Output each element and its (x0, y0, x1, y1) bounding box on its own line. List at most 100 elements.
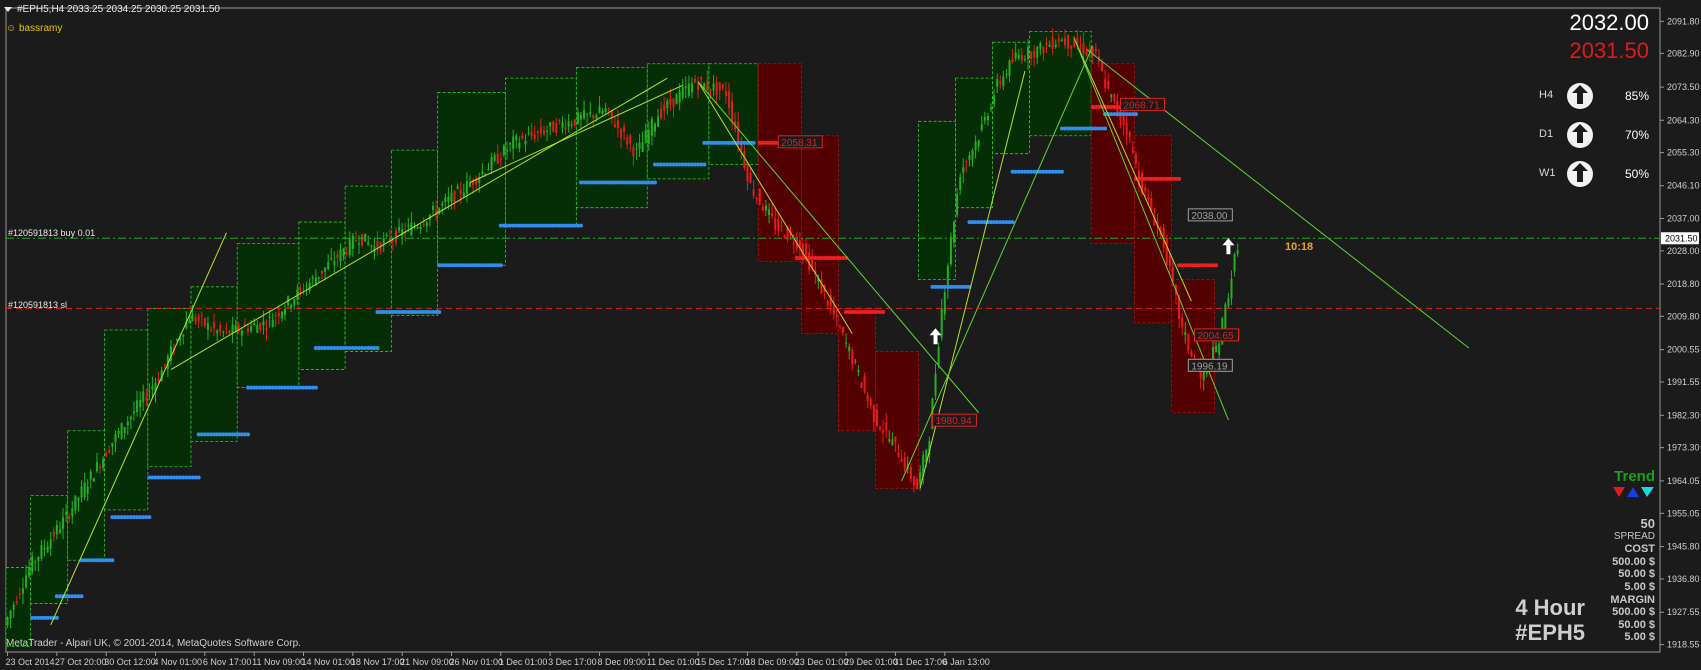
watermark-symbol: #EPH5 (1515, 620, 1585, 645)
candle-body (280, 312, 283, 319)
candle-body (293, 299, 296, 306)
margin-value-2: 50.00 $ (1618, 618, 1655, 631)
candle-body (660, 108, 663, 118)
candle-body (493, 154, 496, 161)
candle-body (527, 133, 530, 135)
candle-body (256, 325, 259, 333)
candle-body (986, 115, 989, 121)
candle-body (755, 197, 758, 199)
candle-body (102, 458, 105, 468)
candle-body (358, 243, 361, 245)
candle-body (937, 347, 940, 366)
support-dot (1103, 126, 1108, 131)
trading-chart[interactable]: 2058.31 1980.94 2068.71 2004.65 2038.00 1996.… (0, 0, 1701, 670)
x-tick-label: 23 Dec 01:00 (795, 657, 849, 667)
support-dot (79, 594, 84, 599)
y-tick-label: 2009.80 (1667, 311, 1700, 321)
candle-body (231, 324, 234, 334)
timeframe-percent: 85% (1624, 89, 1649, 103)
candle-body (570, 124, 573, 126)
cost-label: COST (1624, 543, 1655, 556)
candle-body (240, 330, 243, 336)
candle-body (58, 529, 61, 534)
candle-body (1113, 93, 1116, 101)
timeframe-percent: 50% (1624, 167, 1649, 181)
candle-body (700, 76, 703, 80)
candle-body (727, 90, 730, 109)
candle-body (136, 400, 139, 412)
resistance-dot (881, 310, 886, 315)
candle-body (43, 547, 46, 550)
candle-body (339, 249, 342, 262)
chevron-down-icon[interactable] (4, 6, 12, 12)
support-dot (246, 432, 251, 437)
candle-body (1134, 153, 1137, 164)
candle-body (542, 130, 545, 135)
timeframe-label: H4 (1539, 89, 1554, 101)
candle-body (117, 430, 120, 435)
candle-body (1233, 254, 1236, 272)
candle-body (1054, 44, 1057, 48)
candle-body (669, 98, 672, 105)
candle-body (108, 449, 111, 453)
candle-body (623, 126, 626, 132)
candle-body (1107, 81, 1110, 89)
candle-body (956, 194, 959, 215)
x-tick-label: 26 Nov 01:00 (449, 657, 503, 667)
candle-body (1060, 40, 1063, 42)
candle-body (980, 124, 983, 130)
candle-body (1057, 38, 1060, 42)
channel-zone (344, 185, 392, 352)
up-arrow-icon (1567, 83, 1593, 109)
candle-body (1218, 343, 1221, 355)
candle-body (1110, 94, 1113, 98)
candle-body (863, 376, 866, 392)
indicator-name: ☺ bassramy (6, 23, 63, 34)
candle-body (1230, 278, 1233, 299)
candle-body (533, 134, 536, 140)
candle-body (1051, 36, 1054, 49)
candle-body (515, 135, 518, 141)
candle-body (21, 588, 24, 594)
candle-body (653, 123, 656, 132)
candle-body (715, 81, 718, 95)
bearish-zone (801, 135, 839, 334)
candle-body (613, 124, 616, 127)
candle-body (259, 323, 262, 331)
candle-body (1215, 345, 1218, 352)
x-tick-label: 3 Dec 17:00 (548, 657, 597, 667)
price-label-text: 2058.31 (781, 138, 818, 149)
candle-body (342, 248, 345, 256)
candle-body (25, 575, 28, 588)
candle-body (842, 327, 845, 333)
candle-body (336, 254, 339, 258)
smiley-icon: ☺ (6, 23, 19, 34)
price-chart-svg[interactable]: 2058.31 1980.94 2068.71 2004.65 2038.00 1996.… (0, 0, 1701, 670)
support-dot (751, 140, 756, 145)
candle-body (1014, 52, 1017, 59)
candle-body (431, 205, 434, 210)
candle-body (626, 137, 629, 145)
candle-body (268, 316, 271, 318)
margin-value-1: 500.00 $ (1612, 606, 1655, 619)
candle-body (592, 115, 595, 119)
bearish-zone (1133, 135, 1172, 324)
candle-body (512, 136, 515, 150)
candle-body (6, 616, 9, 626)
candle-body (993, 95, 996, 105)
candle-body (1184, 332, 1187, 335)
candle-body (919, 472, 922, 484)
buy-signal-arrow-icon (1222, 238, 1235, 255)
candle-body (487, 169, 490, 171)
support-dot (498, 263, 503, 268)
candle-body (1227, 298, 1230, 307)
timeframe-label: D1 (1539, 128, 1554, 140)
candle-body (330, 258, 333, 260)
candle-body (361, 234, 364, 246)
y-tick-label: 2082.90 (1667, 48, 1700, 58)
candle-body (663, 104, 666, 111)
candle-body (364, 233, 367, 242)
candle-body (916, 479, 919, 490)
candle-body (977, 140, 980, 147)
candle-body (635, 149, 638, 151)
